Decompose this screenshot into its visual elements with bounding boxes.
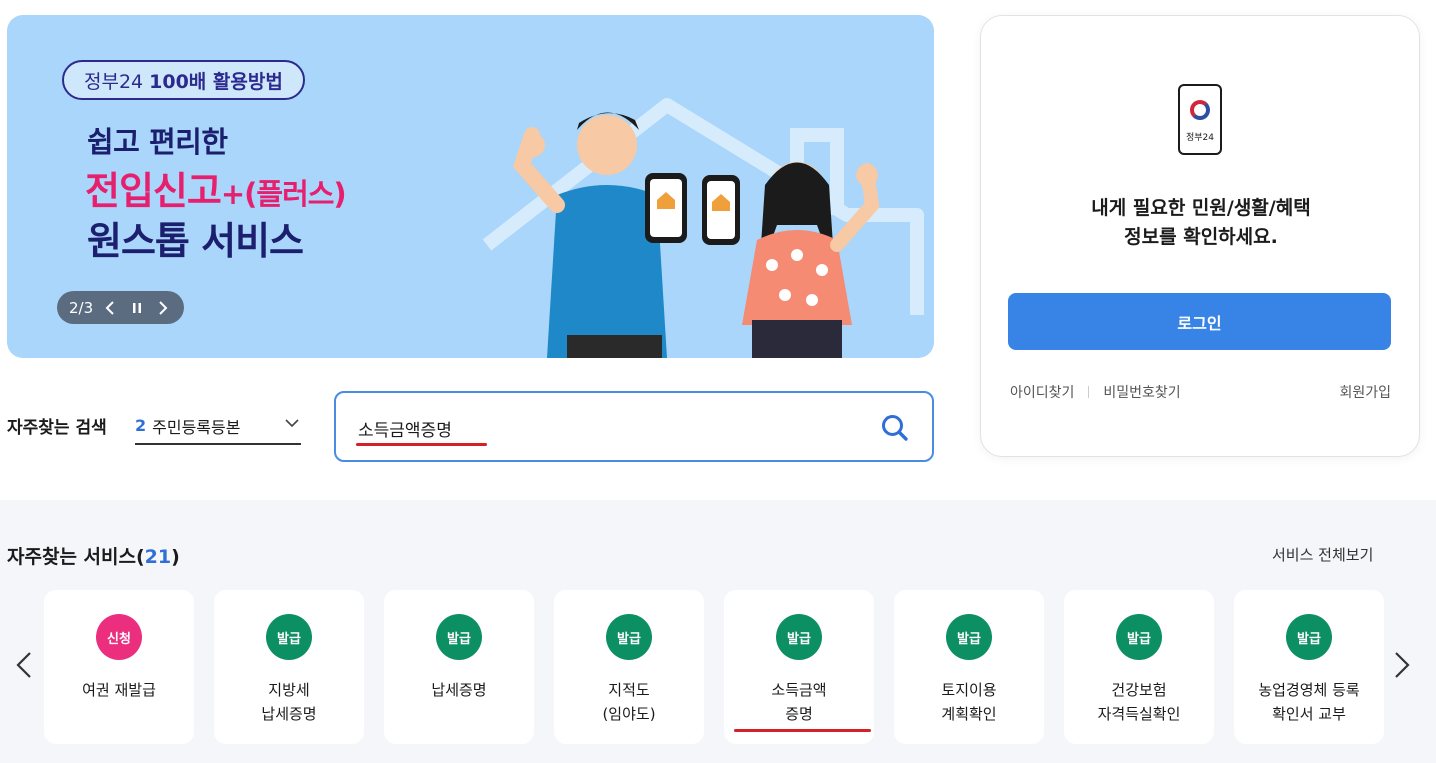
search-input[interactable]	[358, 413, 838, 443]
banner-headline-1: 쉽고 편리한	[87, 125, 228, 159]
top-section: 정부24 100배 활용방법 쉽고 편리한 전입신고+(플러스) 원스톱 서비스	[0, 0, 1436, 500]
taegeuk-logo-icon	[1190, 100, 1210, 120]
service-card-cadastral-map[interactable]: 발급지적도 (임야도)	[554, 590, 704, 744]
pager-total: 3	[83, 298, 94, 317]
login-message-line1: 내게 필요한 민원/생활/혜택	[1091, 197, 1311, 219]
service-card-label: 토지이용 계획확인	[941, 681, 997, 723]
view-all-services-link[interactable]: 서비스 전체보기	[1272, 544, 1373, 565]
login-message: 내게 필요한 민원/생활/혜택 정보를 확인하세요.	[981, 194, 1421, 252]
pager-next-button[interactable]	[154, 298, 172, 318]
banner-tag-brand: 정부24	[84, 70, 144, 93]
find-password-link[interactable]: 비밀번호찾기	[1103, 382, 1180, 402]
services-title-text: 자주찾는 서비스(	[7, 546, 145, 568]
banner-headline-2-plus: +(플러스)	[220, 177, 347, 211]
search-button[interactable]	[880, 413, 910, 443]
service-card-health-insurance[interactable]: 발급건강보험 자격득실확인	[1064, 590, 1214, 744]
banner-headline-2: 전입신고+(플러스)	[85, 160, 347, 215]
issue-badge: 발급	[776, 614, 822, 660]
chevron-down-icon	[285, 419, 299, 428]
frequent-search-dropdown[interactable]: 2 주민등록등본	[135, 408, 301, 445]
service-card-farm-registration[interactable]: 발급농업경영체 등록 확인서 교부	[1234, 590, 1384, 744]
issue-badge: 발급	[1116, 614, 1162, 660]
service-cards: 신청여권 재발급 발급지방세 납세증명 발급납세증명 발급지적도 (임야도) 발…	[44, 590, 1384, 744]
banner-pager: 2/3	[57, 291, 184, 324]
find-id-link[interactable]: 아이디찾기	[1010, 382, 1074, 402]
banner-tag: 정부24 100배 활용방법	[62, 60, 305, 100]
issue-badge: 발급	[436, 614, 482, 660]
service-card-passport-reissue[interactable]: 신청여권 재발급	[44, 590, 194, 744]
issue-badge: 발급	[606, 614, 652, 660]
services-title: 자주찾는 서비스(21)	[7, 542, 180, 569]
login-message-line2: 정보를 확인하세요.	[1124, 226, 1278, 248]
signup-link[interactable]: 회원가입	[1339, 382, 1391, 402]
frequent-search-label: 자주찾는 검색	[7, 418, 107, 438]
service-card-label: 납세증명	[431, 681, 487, 699]
service-card-label: 농업경영체 등록 확인서 교부	[1258, 681, 1360, 723]
login-button[interactable]: 로그인	[1008, 293, 1391, 350]
issue-badge: 발급	[1286, 614, 1332, 660]
frequent-search-rank: 2	[135, 416, 147, 435]
pause-icon	[132, 302, 141, 313]
apply-badge: 신청	[96, 614, 142, 660]
pager-pause-button[interactable]	[128, 298, 146, 318]
pager-current: 2	[69, 298, 79, 317]
login-links: 아이디찾기 비밀번호찾기 회원가입	[1010, 382, 1391, 402]
service-card-label: 건강보험 자격득실확인	[1097, 681, 1181, 723]
service-card-label: 여권 재발급	[82, 681, 156, 699]
frequent-services-section: 자주찾는 서비스(21) 서비스 전체보기 신청여권 재발급 발급지방세 납세증…	[0, 500, 1436, 763]
banner-tag-title: 100배 활용방법	[149, 70, 283, 93]
services-prev-button[interactable]	[14, 650, 34, 680]
service-card-label: 소득금액 증명	[771, 681, 827, 723]
service-card-local-tax-cert[interactable]: 발급지방세 납세증명	[214, 590, 364, 744]
chevron-right-icon	[1395, 652, 1410, 678]
issue-badge: 발급	[266, 614, 312, 660]
service-card-label: 지방세 납세증명	[261, 681, 317, 723]
phone-logo-text: 정부24	[1185, 133, 1214, 143]
banner-headline-2-main: 전입신고	[85, 169, 222, 213]
issue-badge: 발급	[946, 614, 992, 660]
search-icon	[882, 415, 908, 441]
chevron-left-icon	[16, 652, 31, 678]
link-divider	[1088, 386, 1090, 398]
service-card-land-use-plan[interactable]: 발급토지이용 계획확인	[894, 590, 1044, 744]
chevron-right-icon	[159, 300, 168, 315]
pager-prev-button[interactable]	[101, 298, 119, 318]
banner-headline-3: 원스톱 서비스	[87, 219, 304, 263]
banner-illustration	[482, 98, 924, 358]
login-card: 정부24 내게 필요한 민원/생활/혜택 정보를 확인하세요. 로그인 아이디찾…	[980, 15, 1420, 457]
services-count: 21	[144, 546, 172, 568]
frequent-search-term: 주민등록등본	[152, 417, 241, 437]
service-highlight-underline	[734, 729, 871, 732]
pager-count: 2/3	[69, 299, 93, 317]
chevron-left-icon	[106, 300, 115, 315]
services-title-close: )	[171, 546, 180, 568]
service-card-label: 지적도 (임야도)	[602, 681, 656, 723]
gov24-phone-icon: 정부24	[1178, 84, 1222, 155]
service-card-tax-cert[interactable]: 발급납세증명	[384, 590, 534, 744]
service-card-income-cert[interactable]: 발급소득금액 증명	[724, 590, 874, 744]
promo-banner[interactable]: 정부24 100배 활용방법 쉽고 편리한 전입신고+(플러스) 원스톱 서비스	[7, 15, 934, 358]
search-highlight-underline	[356, 443, 487, 446]
search-box	[334, 391, 934, 462]
services-next-button[interactable]	[1392, 650, 1412, 680]
